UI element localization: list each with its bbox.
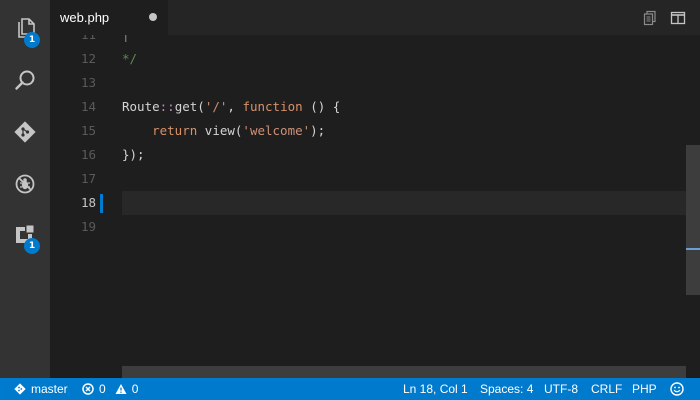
- problems-status[interactable]: 0 0: [82, 378, 138, 400]
- error-icon: [82, 383, 94, 395]
- cursor-position[interactable]: Ln 18, Col 1: [403, 378, 468, 400]
- line-number-gutter: 11 12 13 14 15 16 17 18 19: [50, 35, 100, 239]
- overview-ruler-cursor: [686, 248, 700, 250]
- code-token: Route: [122, 99, 160, 114]
- code-token: |: [122, 35, 130, 42]
- keyword-token: return: [152, 123, 198, 138]
- code-line-15: return view('welcome');: [122, 119, 686, 143]
- keyword-token: function: [242, 99, 303, 114]
- debug-button[interactable]: [0, 160, 50, 208]
- extensions-badge: 1: [24, 238, 40, 254]
- line-number: 14: [80, 99, 96, 114]
- line-number-active: 18: [80, 195, 96, 210]
- open-changes-button[interactable]: [636, 0, 664, 35]
- branch-status[interactable]: master: [14, 378, 68, 400]
- string-token: '/': [204, 99, 228, 114]
- split-editor-button[interactable]: [664, 0, 692, 35]
- vertical-scrollbar[interactable]: [686, 35, 700, 378]
- line-number: 19: [80, 219, 96, 234]
- language-status[interactable]: PHP: [632, 378, 657, 400]
- line-number: 16: [80, 147, 96, 162]
- tab-label: web.php: [60, 10, 110, 25]
- open-changes-icon: [643, 10, 656, 25]
- code-line-14: Route::get('/', function () {: [122, 95, 686, 119]
- code-token: () {: [302, 99, 341, 114]
- editor-group: web.php 11: [50, 0, 700, 378]
- extensions-button[interactable]: 1: [0, 210, 50, 258]
- operator-token: ::: [159, 99, 175, 114]
- line-number: 11: [50, 35, 100, 47]
- line-number: 13: [80, 75, 96, 90]
- warning-icon: [115, 384, 127, 394]
- activity-bar: 1 1: [0, 0, 50, 378]
- source-control-button[interactable]: [0, 108, 50, 156]
- code-token: ,: [227, 99, 243, 114]
- code-line-11: |: [122, 35, 686, 47]
- code-lines: | */ Route::get('/', function () { retur…: [122, 35, 686, 239]
- smiley-icon: [670, 382, 684, 396]
- editor-actions: [636, 0, 700, 35]
- indentation-status[interactable]: Spaces: 4: [480, 378, 533, 400]
- code-line-16: });: [122, 143, 686, 167]
- encoding-status[interactable]: UTF-8: [544, 378, 578, 400]
- explorer-badge: 1: [24, 32, 40, 48]
- string-token: 'welcome': [242, 123, 311, 138]
- horizontal-scrollbar[interactable]: [122, 366, 686, 378]
- line-number: 15: [80, 123, 96, 138]
- branch-icon: [14, 383, 26, 395]
- git-icon: [14, 121, 36, 143]
- code-token: get(: [174, 99, 205, 114]
- search-icon: [15, 70, 35, 90]
- tab-web-php[interactable]: web.php: [50, 0, 169, 35]
- code-token: );: [310, 123, 326, 138]
- code-line-12: */: [122, 47, 686, 71]
- status-bar: master 0 0 Ln 18, Col 1 Spaces: 4 UTF-8 …: [0, 378, 700, 400]
- search-button[interactable]: [0, 56, 50, 104]
- code-editor[interactable]: 11 12 13 14 15 16 17 18 19 | */ Route::g…: [50, 35, 700, 378]
- scrollbar-thumb[interactable]: [686, 145, 700, 295]
- feedback-button[interactable]: [670, 378, 689, 400]
- tab-bar: web.php: [50, 0, 700, 35]
- current-line-indicator: [100, 194, 103, 213]
- debug-icon: [15, 174, 35, 194]
- unsaved-dot-icon[interactable]: [149, 13, 157, 21]
- line-number: 17: [80, 171, 96, 186]
- comment-token: */: [122, 51, 138, 66]
- warning-count: 0: [131, 382, 139, 396]
- code-token: view(: [197, 123, 243, 138]
- error-count: 0: [99, 382, 106, 396]
- branch-name: master: [31, 382, 68, 396]
- line-ending-status[interactable]: CRLF: [591, 378, 622, 400]
- explorer-button[interactable]: 1: [0, 4, 50, 52]
- line-number: 12: [80, 51, 96, 66]
- code-token: });: [122, 147, 145, 162]
- split-editor-icon: [670, 11, 686, 24]
